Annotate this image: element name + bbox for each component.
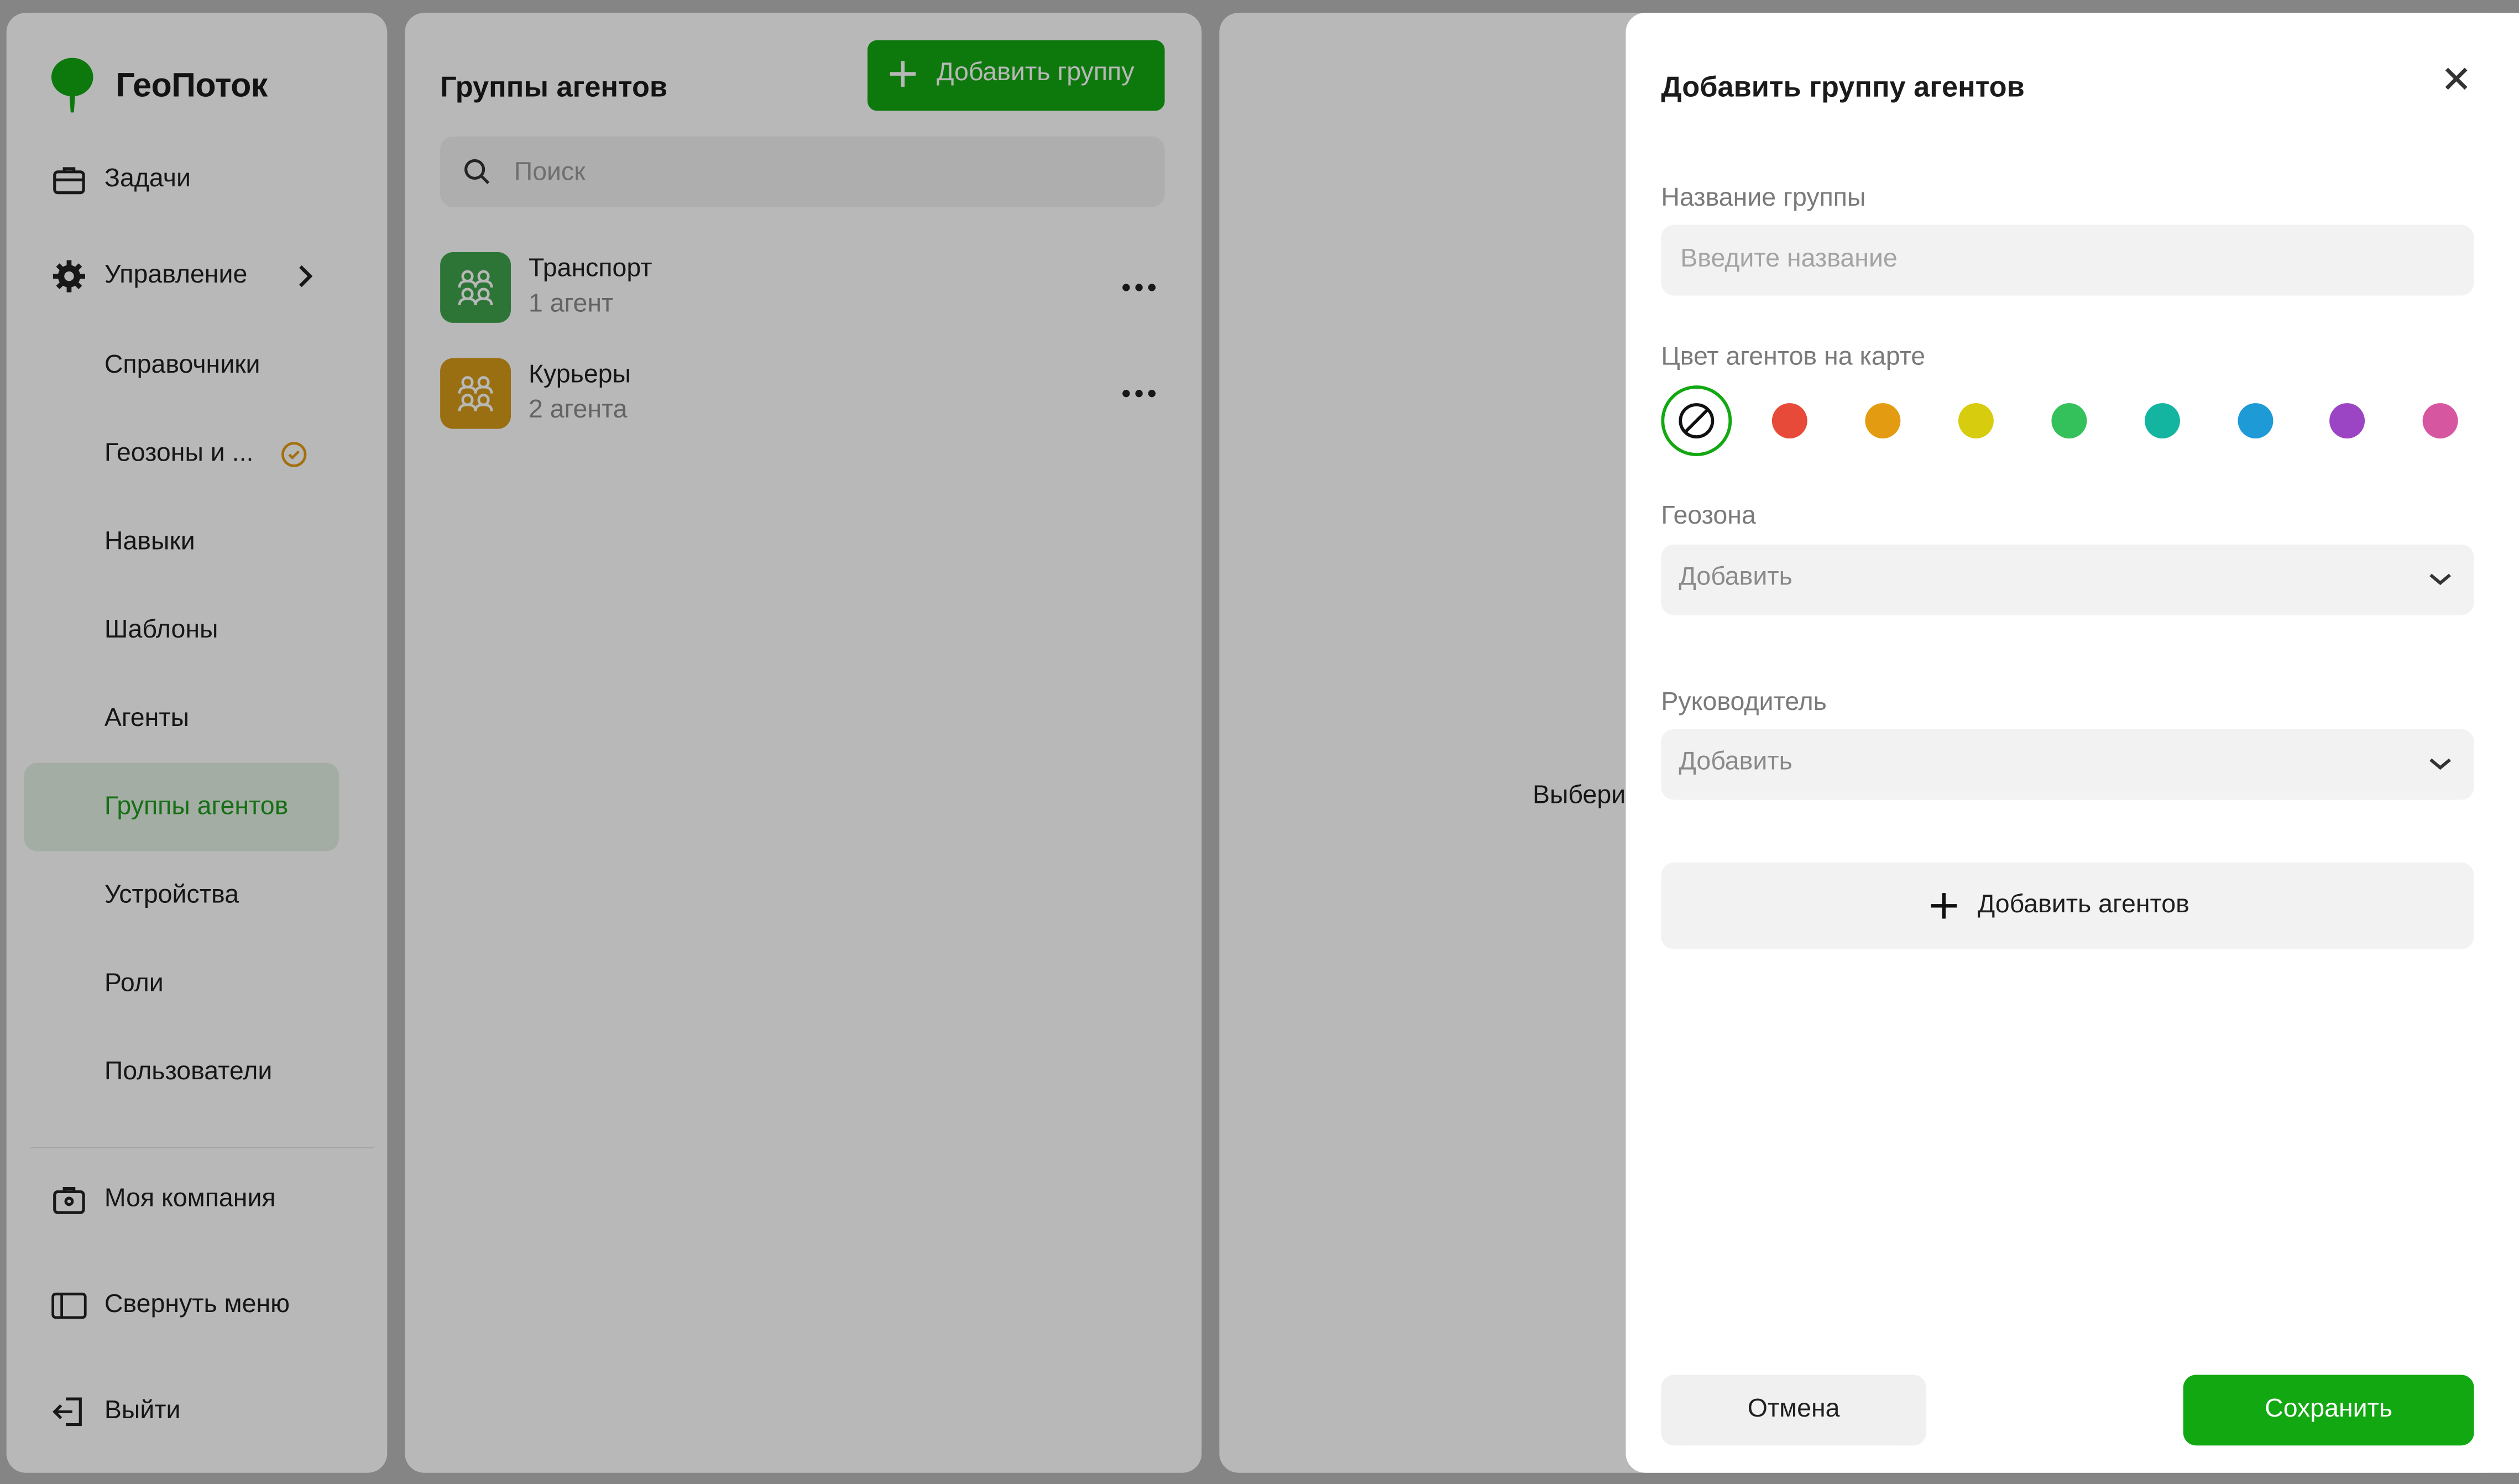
save-button[interactable]: Сохранить xyxy=(2183,1375,2474,1446)
group-name-input[interactable] xyxy=(1661,224,2474,296)
color-swatch-purple[interactable] xyxy=(2329,403,2365,439)
add-agents-label: Добавить агентов xyxy=(1977,891,2189,919)
geozone-value: Добавить xyxy=(1679,563,1792,591)
color-swatch-green[interactable] xyxy=(2051,403,2087,439)
chevron-down-icon xyxy=(2427,568,2453,597)
plus-icon xyxy=(1930,891,1958,928)
close-icon[interactable] xyxy=(2437,59,2476,98)
color-swatch-blue[interactable] xyxy=(2238,403,2274,439)
no-color-swatch[interactable] xyxy=(1661,385,1732,456)
manager-label: Руководитель xyxy=(1661,689,1827,717)
add-agents-button[interactable]: Добавить агентов xyxy=(1661,862,2474,949)
chevron-down-icon xyxy=(2427,753,2453,782)
color-swatch-yellow[interactable] xyxy=(1958,403,1994,439)
add-group-dialog: Добавить группу агентов Название группы … xyxy=(1626,13,2519,1473)
color-swatch-pink[interactable] xyxy=(2422,403,2458,439)
map-color-label: Цвет агентов на карте xyxy=(1661,343,1926,372)
cancel-button[interactable]: Отмена xyxy=(1661,1375,1926,1446)
color-swatch-orange[interactable] xyxy=(1865,403,1901,439)
dialog-title: Добавить группу агентов xyxy=(1661,70,2025,103)
geozone-label: Геозона xyxy=(1661,503,1756,530)
manager-select[interactable]: Добавить xyxy=(1661,729,2474,800)
color-picker xyxy=(1661,385,2474,456)
color-swatch-red[interactable] xyxy=(1771,403,1807,439)
manager-value: Добавить xyxy=(1679,748,1792,776)
color-swatch-teal[interactable] xyxy=(2144,403,2180,439)
group-name-label: Название группы xyxy=(1661,185,1866,212)
geozone-select[interactable]: Добавить xyxy=(1661,544,2474,615)
